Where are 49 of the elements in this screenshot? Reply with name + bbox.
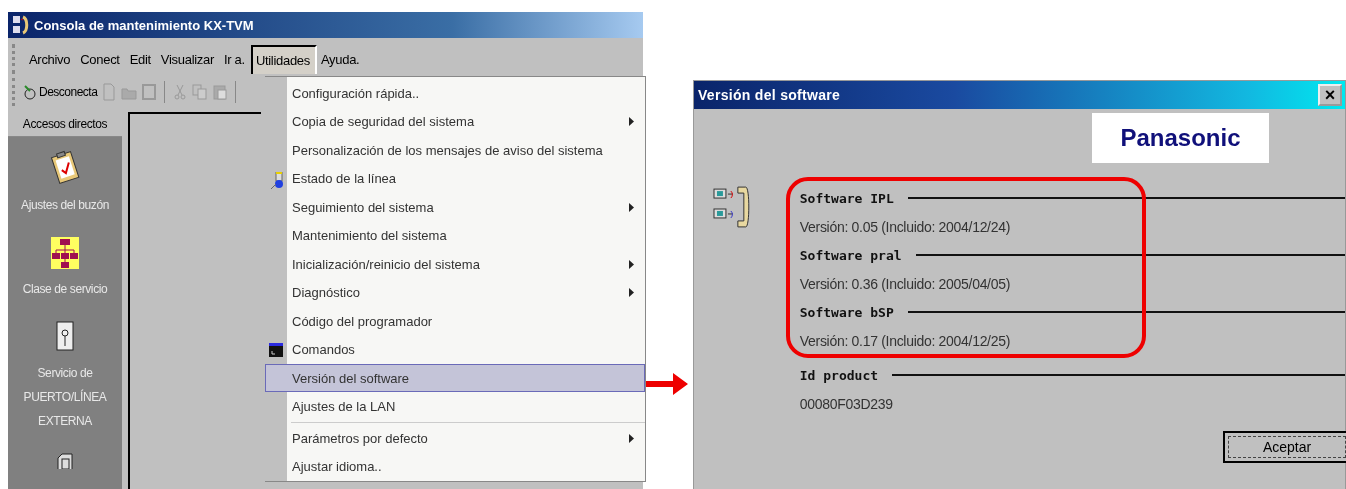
menu-entry[interactable]: Copia de seguridad del sistema <box>265 107 645 136</box>
hierarchy-icon <box>51 237 79 269</box>
line-status-icon <box>269 171 285 190</box>
console-icon <box>269 342 283 357</box>
version-text: Versión: 0.17 (Incluido: 2004/12/25) <box>799 331 1012 351</box>
menu-item[interactable]: Edit <box>125 44 157 74</box>
menu-item[interactable]: Ir a. <box>219 44 251 74</box>
menu-entry[interactable]: Código del programador <box>265 307 645 335</box>
plug-icon <box>23 84 37 100</box>
phone-network-icon <box>712 185 752 229</box>
menu-entry[interactable]: Inicialización/reinicio del sistema <box>265 250 645 278</box>
menu-entry[interactable]: Diagnóstico <box>265 278 645 307</box>
copy-icon[interactable] <box>192 83 209 101</box>
device-icon <box>54 453 76 469</box>
menu-item[interactable]: Ayuda. <box>316 44 366 74</box>
brand-logo: Panasonic <box>1092 113 1269 163</box>
menu-entry[interactable]: Estado de la línea <box>265 164 645 193</box>
section-heading: Software IPL <box>799 190 894 206</box>
paste-icon[interactable] <box>212 83 229 101</box>
version-text: 00080F03D239 <box>799 394 894 414</box>
section-heading: Software bSP <box>799 304 894 320</box>
version-text: Versión: 0.36 (Incluido: 2005/04/05) <box>799 274 1012 294</box>
disconnect-button[interactable]: Desconecta <box>23 84 98 100</box>
new-file-icon[interactable] <box>101 83 118 101</box>
menu-entry[interactable]: Configuración rápida.. <box>265 79 645 107</box>
menu-entry[interactable]: Ajustes de la LAN <box>265 392 645 421</box>
cut-icon[interactable] <box>172 83 189 101</box>
app-icon <box>12 15 30 35</box>
menu-entry[interactable]: Mantenimiento del sistema <box>265 221 645 250</box>
menu-entry[interactable]: Seguimiento del sistema <box>265 193 645 221</box>
window-title: Consola de mantenimiento KX-TVM <box>34 17 254 33</box>
pointer-arrow <box>645 372 690 396</box>
version-text: Versión: 0.05 (Incluido: 2004/12/24) <box>799 217 1012 237</box>
menu-item[interactable]: Conect <box>76 44 126 74</box>
menu-entry[interactable]: Comandos <box>265 335 645 364</box>
dialog-title: Versión del software <box>698 87 841 103</box>
menu-entry[interactable]: Ajustar idioma.. <box>265 452 645 481</box>
menu-item[interactable]: Utilidades <box>250 44 317 74</box>
wall-jack-icon <box>56 321 74 353</box>
menu-entry[interactable]: Personalización de los mensajes de aviso del sistema <box>265 136 645 164</box>
menu-entry[interactable]: Versión del software <box>265 364 645 392</box>
section-heading: Id product <box>799 367 879 383</box>
accept-button[interactable]: Aceptar <box>1223 431 1346 463</box>
save-icon[interactable] <box>141 83 158 101</box>
menu-entry[interactable]: Parámetros por defecto <box>265 424 645 452</box>
section-heading: Software pral <box>799 247 902 263</box>
close-button[interactable]: × <box>1318 84 1342 106</box>
menu-item[interactable]: Archivo <box>25 44 77 74</box>
menu-item[interactable]: Visualizar <box>156 44 220 74</box>
